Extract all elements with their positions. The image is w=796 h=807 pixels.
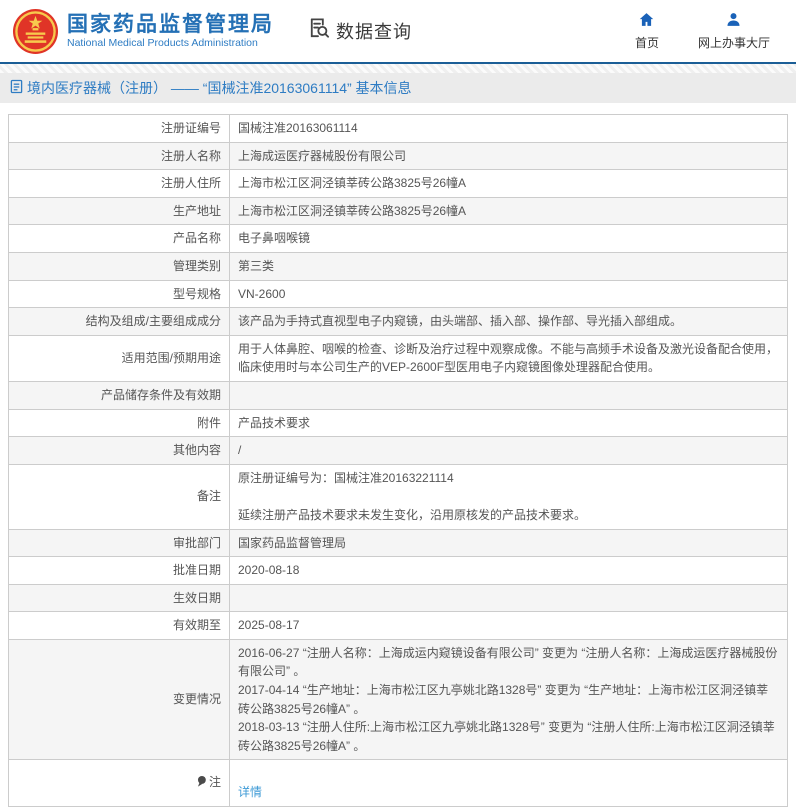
row-label: 变更情况 bbox=[9, 639, 230, 760]
row-value: 电子鼻咽喉镜 bbox=[230, 225, 788, 253]
brand: 国家药品监督管理局 National Medical Products Admi… bbox=[67, 13, 274, 49]
row-label: 生效日期 bbox=[9, 584, 230, 612]
table-row-other-content: 其他内容 / bbox=[9, 437, 788, 465]
nav-item-home-label: 首页 bbox=[635, 34, 659, 51]
row-value: 上海成运医疗器械股份有限公司 bbox=[230, 142, 788, 170]
table-row-product-name: 产品名称 电子鼻咽喉镜 bbox=[9, 225, 788, 253]
table-row-reg-number: 注册证编号 国械注准20163061114 bbox=[9, 115, 788, 143]
table-row-registrant-address: 注册人住所 上海市松江区洞泾镇莘砖公路3825号26幢A bbox=[9, 170, 788, 198]
table-row-approval-date: 批准日期 2020-08-18 bbox=[9, 557, 788, 585]
row-value: 该产品为手持式直视型电子内窥镜，由头端部、插入部、操作部、导光插入部组成。 bbox=[230, 308, 788, 336]
row-value: 2020-08-18 bbox=[230, 557, 788, 585]
details-link[interactable]: 详情 bbox=[238, 785, 262, 799]
note-pin-icon bbox=[196, 775, 207, 794]
row-label: 其他内容 bbox=[9, 437, 230, 465]
data-query-section[interactable]: 数据查询 bbox=[306, 16, 412, 46]
row-label: 产品储存条件及有效期 bbox=[9, 381, 230, 409]
table-row-production-address: 生产地址 上海市松江区洞泾镇莘砖公路3825号26幢A bbox=[9, 197, 788, 225]
table-row-intended-use: 适用范围/预期用途 用于人体鼻腔、咽喉的检查、诊断及治疗过程中观察成像。不能与高… bbox=[9, 335, 788, 381]
row-value: 用于人体鼻腔、咽喉的检查、诊断及治疗过程中观察成像。不能与高频手术设备及激光设备… bbox=[230, 335, 788, 381]
header: 国家药品监督管理局 National Medical Products Admi… bbox=[0, 0, 796, 62]
table-row-remarks: 备注 原注册证编号为：国械注准20163221114 延续注册产品技术要求未发生… bbox=[9, 464, 788, 529]
row-value: 上海市松江区洞泾镇莘砖公路3825号26幢A bbox=[230, 170, 788, 198]
row-label: 注册人住所 bbox=[9, 170, 230, 198]
row-label: 注册人名称 bbox=[9, 142, 230, 170]
row-value: 第三类 bbox=[230, 252, 788, 280]
agency-name-en: National Medical Products Administration bbox=[67, 37, 274, 49]
row-label: 注册证编号 bbox=[9, 115, 230, 143]
hatch-strip bbox=[0, 64, 796, 73]
breadcrumb-bar: 境内医疗器械（注册） —— “国械注准20163061114” 基本信息 bbox=[0, 73, 796, 103]
table-row-note: 注 详情 bbox=[9, 760, 788, 806]
row-value: 上海市松江区洞泾镇莘砖公路3825号26幢A bbox=[230, 197, 788, 225]
breadcrumb-text: 境内医疗器械（注册） —— “国械注准20163061114” 基本信息 bbox=[27, 78, 412, 98]
row-value bbox=[230, 584, 788, 612]
row-label: 有效期至 bbox=[9, 612, 230, 640]
row-label: 注 bbox=[9, 760, 230, 806]
row-value: 详情 bbox=[230, 760, 788, 806]
row-label: 产品名称 bbox=[9, 225, 230, 253]
row-label: 适用范围/预期用途 bbox=[9, 335, 230, 381]
document-icon bbox=[10, 79, 27, 97]
row-label: 管理类别 bbox=[9, 252, 230, 280]
row-label: 审批部门 bbox=[9, 529, 230, 557]
agency-name-cn: 国家药品监督管理局 bbox=[67, 13, 274, 37]
nav-item-home[interactable]: 首页 bbox=[626, 11, 668, 51]
table-row-management-class: 管理类别 第三类 bbox=[9, 252, 788, 280]
row-value: 国械注准20163061114 bbox=[230, 115, 788, 143]
table-row-storage-conditions: 产品储存条件及有效期 bbox=[9, 381, 788, 409]
table-row-structure: 结构及组成/主要组成成分 该产品为手持式直视型电子内窥镜，由头端部、插入部、操作… bbox=[9, 308, 788, 336]
row-value bbox=[230, 381, 788, 409]
row-label: 备注 bbox=[9, 464, 230, 529]
table-row-expiry-date: 有效期至 2025-08-17 bbox=[9, 612, 788, 640]
row-label-text: 注 bbox=[209, 775, 221, 789]
nav-item-service-hall[interactable]: 网上办事大厅 bbox=[698, 11, 770, 51]
nav-item-service-hall-label: 网上办事大厅 bbox=[698, 34, 770, 51]
emblem-icon bbox=[12, 8, 59, 55]
registration-info-table: 注册证编号 国械注准20163061114 注册人名称 上海成运医疗器械股份有限… bbox=[8, 114, 788, 807]
table-row-change-history: 变更情况 2016-06-27 “注册人名称：上海成运内窥镜设备有限公司” 变更… bbox=[9, 639, 788, 760]
table-row-registrant-name: 注册人名称 上海成运医疗器械股份有限公司 bbox=[9, 142, 788, 170]
data-query-label: 数据查询 bbox=[336, 18, 412, 44]
table-row-attachment: 附件 产品技术要求 bbox=[9, 409, 788, 437]
row-value: 2025-08-17 bbox=[230, 612, 788, 640]
home-icon bbox=[638, 11, 655, 34]
row-label: 生产地址 bbox=[9, 197, 230, 225]
row-value: 2016-06-27 “注册人名称：上海成运内窥镜设备有限公司” 变更为 “注册… bbox=[230, 639, 788, 760]
row-value: 原注册证编号为：国械注准20163221114 延续注册产品技术要求未发生变化，… bbox=[230, 464, 788, 529]
row-value: VN-2600 bbox=[230, 280, 788, 308]
user-icon bbox=[725, 11, 742, 34]
row-label: 型号规格 bbox=[9, 280, 230, 308]
row-value: 国家药品监督管理局 bbox=[230, 529, 788, 557]
row-label: 结构及组成/主要组成成分 bbox=[9, 308, 230, 336]
breadcrumb: 境内医疗器械（注册） —— “国械注准20163061114” 基本信息 bbox=[10, 78, 412, 98]
row-value: / bbox=[230, 437, 788, 465]
table-row-approval-department: 审批部门 国家药品监督管理局 bbox=[9, 529, 788, 557]
data-query-icon bbox=[306, 16, 336, 46]
table-row-effective-date: 生效日期 bbox=[9, 584, 788, 612]
row-label: 批准日期 bbox=[9, 557, 230, 585]
row-label: 附件 bbox=[9, 409, 230, 437]
row-value: 产品技术要求 bbox=[230, 409, 788, 437]
top-nav: 首页 网上办事大厅 bbox=[626, 11, 770, 51]
table-row-model-spec: 型号规格 VN-2600 bbox=[9, 280, 788, 308]
